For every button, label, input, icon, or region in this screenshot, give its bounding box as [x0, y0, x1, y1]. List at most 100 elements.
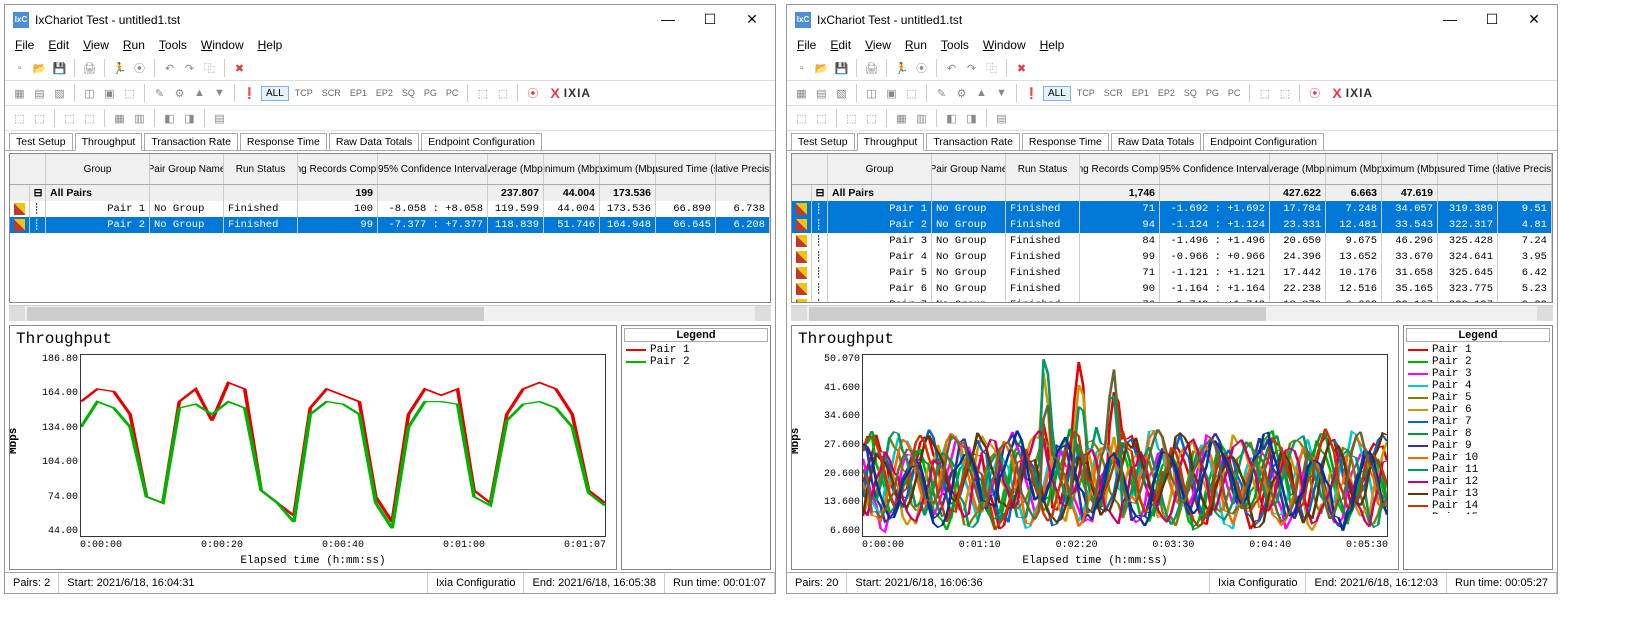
legend-item[interactable]: Pair 2	[1406, 356, 1550, 368]
tab-response-time[interactable]: Response Time	[240, 133, 327, 150]
legend-item[interactable]: Pair 12	[1406, 476, 1550, 488]
tb2-icon[interactable]: ▤	[813, 85, 830, 102]
tb3-icon[interactable]: ⬚	[793, 110, 810, 127]
legend-item[interactable]: Pair 11	[1406, 464, 1550, 476]
tb2-icon[interactable]: ▦	[793, 85, 810, 102]
legend-item[interactable]: Pair 6	[1406, 404, 1550, 416]
delete-icon[interactable]: ✖	[231, 60, 248, 77]
menu-edit[interactable]: Edit	[48, 38, 69, 52]
filter-all-button[interactable]: ALL	[1043, 86, 1071, 101]
tb3-icon[interactable]: ⬚	[11, 110, 28, 127]
grid-scrollbar[interactable]	[9, 305, 771, 321]
legend-item[interactable]: Pair 4	[1406, 380, 1550, 392]
help-icon[interactable]: ⦿	[524, 85, 541, 102]
tab-throughput[interactable]: Throughput	[75, 133, 143, 151]
new-icon[interactable]: ▫	[11, 60, 28, 77]
tb2-icon[interactable]: ◫	[81, 85, 98, 102]
column-header[interactable]: 95% Confidence Interval	[378, 154, 488, 184]
tb2-icon[interactable]: ⬚	[121, 85, 138, 102]
column-header[interactable]: Pair Group Name	[932, 154, 1006, 184]
delete-icon[interactable]: ✖	[1013, 60, 1030, 77]
tb3-icon[interactable]: ▦	[111, 110, 128, 127]
column-header[interactable]: Measured Time (sec)	[1438, 154, 1498, 184]
tb3-icon[interactable]: ▤	[211, 110, 228, 127]
tb2-icon[interactable]: ▲	[973, 85, 990, 102]
column-header[interactable]: Average (Mbps)	[488, 154, 544, 184]
tb2-icon[interactable]: ▧	[833, 85, 850, 102]
tab-test-setup[interactable]: Test Setup	[9, 133, 73, 150]
legend-item[interactable]: Pair 10	[1406, 452, 1550, 464]
legend-item[interactable]: Pair 7	[1406, 416, 1550, 428]
undo-icon[interactable]: ↶	[161, 60, 178, 77]
column-header[interactable]: Maximum (Mbps)	[1382, 154, 1438, 184]
column-header[interactable]: Run Status	[1006, 154, 1080, 184]
filter-tcp[interactable]: TCP	[292, 88, 316, 98]
column-header[interactable]: Minimum (Mbps)	[544, 154, 600, 184]
tb2-icon[interactable]: ▧	[51, 85, 68, 102]
tb2-icon[interactable]: ◫	[863, 85, 880, 102]
legend-item[interactable]: Pair 15	[1406, 512, 1550, 514]
column-header[interactable]: Group	[828, 154, 932, 184]
table-row[interactable]: ┊Pair 5No GroupFinished71-1.121 : +1.121…	[792, 265, 1552, 281]
new-icon[interactable]: ▫	[793, 60, 810, 77]
print-icon[interactable]: 🖨	[863, 60, 880, 77]
tab-test-setup[interactable]: Test Setup	[791, 133, 855, 150]
print-icon[interactable]: 🖨	[81, 60, 98, 77]
undo-icon[interactable]: ↶	[943, 60, 960, 77]
menu-run[interactable]: Run	[905, 38, 927, 52]
tb2-icon[interactable]: ✎	[933, 85, 950, 102]
menu-run[interactable]: Run	[123, 38, 145, 52]
menu-edit[interactable]: Edit	[830, 38, 851, 52]
stop-icon[interactable]: ⦿	[913, 60, 930, 77]
menu-tools[interactable]: Tools	[941, 38, 969, 52]
legend-item[interactable]: Pair 2	[624, 356, 768, 368]
filter-ep1[interactable]: EP1	[347, 88, 370, 98]
menu-file[interactable]: File	[797, 38, 816, 52]
column-header[interactable]: Maximum (Mbps)	[600, 154, 656, 184]
column-header[interactable]: Average (Mbps)	[1270, 154, 1326, 184]
filter-ep2[interactable]: EP2	[1155, 88, 1178, 98]
tb3-icon[interactable]: ▤	[993, 110, 1010, 127]
save-icon[interactable]: 💾	[51, 60, 68, 77]
tb3-icon[interactable]: ▥	[131, 110, 148, 127]
legend-item[interactable]: Pair 5	[1406, 392, 1550, 404]
close-button[interactable]: ✕	[1519, 11, 1549, 28]
menu-view[interactable]: View	[83, 38, 109, 52]
legend-item[interactable]: Pair 8	[1406, 428, 1550, 440]
tb2-icon[interactable]: ❗	[241, 85, 258, 102]
tb2-icon[interactable]: ▤	[31, 85, 48, 102]
table-row[interactable]: ┊Pair 4No GroupFinished99-0.966 : +0.966…	[792, 249, 1552, 265]
table-row[interactable]: ┊Pair 1No GroupFinished71-1.692 : +1.692…	[792, 201, 1552, 217]
tb3-icon[interactable]: ⬚	[61, 110, 78, 127]
menu-tools[interactable]: Tools	[159, 38, 187, 52]
tb2-icon[interactable]: ⚙	[171, 85, 188, 102]
tab-response-time[interactable]: Response Time	[1022, 133, 1109, 150]
tb2-icon[interactable]: ▼	[993, 85, 1010, 102]
open-icon[interactable]: 📂	[813, 60, 830, 77]
open-icon[interactable]: 📂	[31, 60, 48, 77]
table-row[interactable]: ┊Pair 1No GroupFinished100-8.058 : +8.05…	[10, 201, 770, 217]
legend-item[interactable]: Pair 14	[1406, 500, 1550, 512]
tb2-icon[interactable]: ⚙	[953, 85, 970, 102]
minimize-button[interactable]: —	[1435, 11, 1465, 28]
menu-help[interactable]: Help	[258, 38, 283, 52]
column-header[interactable]: Timing Records Completed	[298, 154, 378, 184]
legend-item[interactable]: Pair 1	[1406, 344, 1550, 356]
results-grid[interactable]: GroupPair Group NameRun StatusTiming Rec…	[791, 153, 1553, 303]
tab-raw-data-totals[interactable]: Raw Data Totals	[329, 133, 419, 150]
tab-endpoint-configuration[interactable]: Endpoint Configuration	[421, 133, 542, 150]
menu-file[interactable]: File	[15, 38, 34, 52]
tab-raw-data-totals[interactable]: Raw Data Totals	[1111, 133, 1201, 150]
column-header[interactable]: Group	[46, 154, 150, 184]
filter-pg[interactable]: PG	[421, 88, 440, 98]
tb3-icon[interactable]: ⬚	[813, 110, 830, 127]
column-header[interactable]: 95% Confidence Interval	[1160, 154, 1270, 184]
filter-ep2[interactable]: EP2	[373, 88, 396, 98]
filter-sq[interactable]: SQ	[399, 88, 418, 98]
tb2-icon[interactable]: ⬚	[494, 85, 511, 102]
tab-endpoint-configuration[interactable]: Endpoint Configuration	[1203, 133, 1324, 150]
table-row[interactable]: ┊Pair 3No GroupFinished84-1.496 : +1.496…	[792, 233, 1552, 249]
tab-transaction-rate[interactable]: Transaction Rate	[144, 133, 238, 150]
summary-row[interactable]: ⊟All Pairs199237.80744.004173.536	[10, 185, 770, 201]
minimize-button[interactable]: —	[653, 11, 683, 28]
